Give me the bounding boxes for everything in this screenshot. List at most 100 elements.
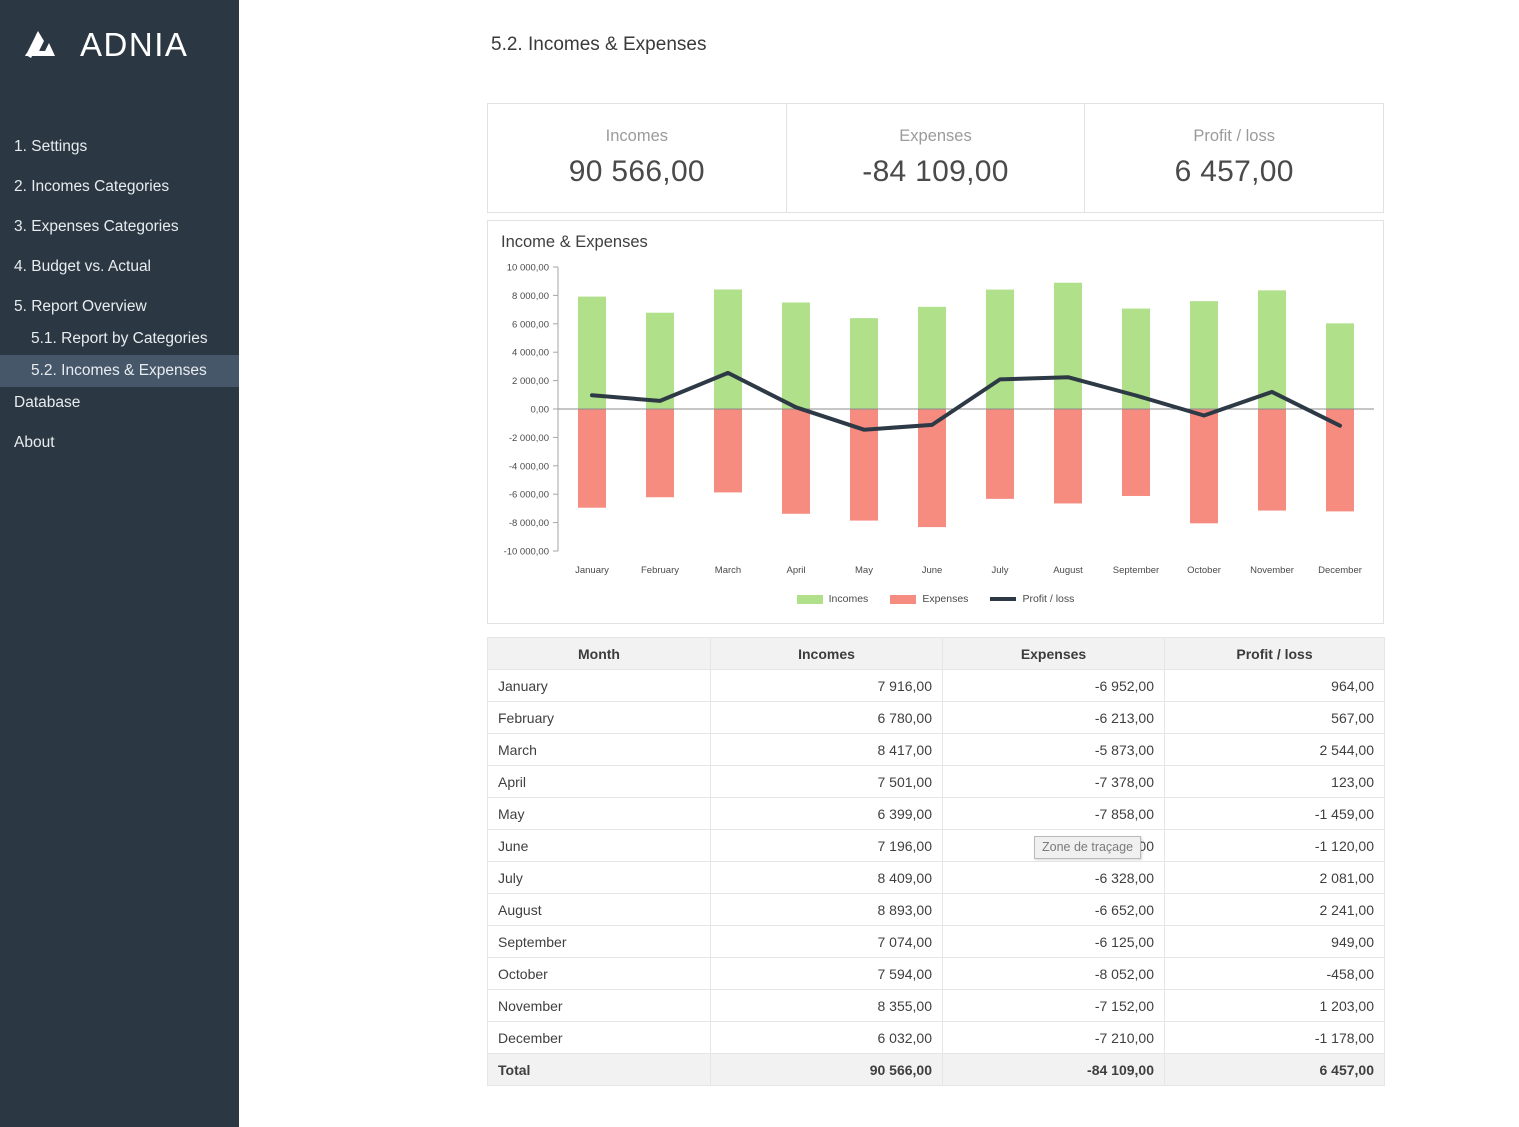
income-expenses-chart[interactable]: 10 000,008 000,006 000,004 000,002 000,0… — [488, 261, 1385, 591]
column-header-expenses[interactable]: Expenses — [943, 638, 1165, 670]
cell-expenses: -7 378,00 — [943, 766, 1165, 798]
column-header-incomes[interactable]: Incomes — [711, 638, 943, 670]
svg-text:0,00: 0,00 — [531, 405, 550, 416]
table-row: February6 780,00-6 213,00567,00 — [488, 702, 1385, 734]
nav-gap — [0, 203, 239, 211]
cell-incomes: 7 501,00 — [711, 766, 943, 798]
sidebar-item-database[interactable]: Database — [0, 387, 239, 419]
table-row: January7 916,00-6 952,00964,00 — [488, 670, 1385, 702]
cell-month: January — [488, 670, 711, 702]
cell-month: February — [488, 702, 711, 734]
sidebar-item-about[interactable]: About — [0, 427, 239, 459]
app-root: ADNIA 1. Settings 2. Incomes Categories … — [0, 0, 1519, 1127]
table-body: January7 916,00-6 952,00964,00February6 … — [488, 670, 1385, 1086]
cell-month: May — [488, 798, 711, 830]
svg-text:June: June — [922, 565, 943, 576]
cell-profit-loss: -1 178,00 — [1165, 1022, 1385, 1054]
svg-text:-10 000,00: -10 000,00 — [504, 547, 549, 558]
sidebar-item-expenses-categories[interactable]: 3. Expenses Categories — [0, 211, 239, 243]
adnia-logo-mark-icon — [22, 27, 66, 63]
svg-text:May: May — [855, 565, 873, 576]
svg-text:July: July — [992, 565, 1009, 576]
cell-profit-loss: 2 544,00 — [1165, 734, 1385, 766]
legend-label-incomes: Incomes — [829, 593, 869, 605]
sidebar-item-incomes-and-expenses[interactable]: 5.2. Incomes & Expenses — [0, 355, 239, 387]
legend-item-expenses[interactable]: Expenses — [890, 593, 968, 605]
cell-expenses: -8 052,00 — [943, 958, 1165, 990]
column-header-profit-loss[interactable]: Profit / loss — [1165, 638, 1385, 670]
table-row: May6 399,00-7 858,00-1 459,00 — [488, 798, 1385, 830]
cell-expenses: -7 858,00 — [943, 798, 1165, 830]
legend-item-incomes[interactable]: Incomes — [797, 593, 869, 605]
cell-incomes: 7 196,00 — [711, 830, 943, 862]
cell-profit-loss: 2 241,00 — [1165, 894, 1385, 926]
nav-gap — [0, 243, 239, 251]
cell-profit-loss: 123,00 — [1165, 766, 1385, 798]
sidebar-nav: 1. Settings 2. Incomes Categories 3. Exp… — [0, 131, 239, 459]
kpi-label-expenses: Expenses — [899, 127, 971, 146]
table-row: September7 074,00-6 125,00949,00 — [488, 926, 1385, 958]
cell-expenses: -5 873,00 — [943, 734, 1165, 766]
brand-name-thin: IA — [154, 26, 188, 63]
cell-expenses: -6 213,00 — [943, 702, 1165, 734]
kpi-card-incomes: Incomes 90 566,00 — [488, 104, 787, 212]
cell-incomes: 6 399,00 — [711, 798, 943, 830]
cell-month: July — [488, 862, 711, 894]
data-table: Month Incomes Expenses Profit / loss Jan… — [487, 637, 1385, 1086]
svg-text:6 000,00: 6 000,00 — [512, 319, 549, 330]
cell-month: June — [488, 830, 711, 862]
svg-text:4 000,00: 4 000,00 — [512, 348, 549, 359]
kpi-label-profit-loss: Profit / loss — [1193, 127, 1275, 146]
svg-text:-8 000,00: -8 000,00 — [509, 518, 549, 529]
svg-text:-6 000,00: -6 000,00 — [509, 490, 549, 501]
table-head: Month Incomes Expenses Profit / loss — [488, 638, 1385, 670]
svg-text:February: February — [641, 565, 679, 576]
svg-text:8 000,00: 8 000,00 — [512, 291, 549, 302]
cell-incomes: 6 032,00 — [711, 1022, 943, 1054]
legend-line-profit-loss-icon — [990, 597, 1016, 601]
legend-swatch-expenses-icon — [890, 595, 916, 604]
svg-text:2 000,00: 2 000,00 — [512, 376, 549, 387]
brand-logo[interactable]: ADNIA — [0, 0, 239, 72]
sidebar-item-report-overview[interactable]: 5. Report Overview — [0, 291, 239, 323]
table-row: July8 409,00-6 328,002 081,00 — [488, 862, 1385, 894]
cell-month: August — [488, 894, 711, 926]
brand-name-bold: ADN — [80, 26, 154, 63]
chart-plot-area-tooltip: Zone de traçage — [1034, 836, 1141, 859]
svg-text:August: August — [1053, 565, 1083, 576]
cell-expenses: -7 152,00 — [943, 990, 1165, 1022]
nav-gap — [0, 419, 239, 427]
cell-incomes: 90 566,00 — [711, 1054, 943, 1086]
cell-incomes: 7 916,00 — [711, 670, 943, 702]
cell-profit-loss: -1 459,00 — [1165, 798, 1385, 830]
svg-text:December: December — [1318, 565, 1362, 576]
svg-text:April: April — [786, 565, 805, 576]
nav-gap — [0, 283, 239, 291]
cell-incomes: 8 893,00 — [711, 894, 943, 926]
svg-text:March: March — [715, 565, 741, 576]
cell-profit-loss: 6 457,00 — [1165, 1054, 1385, 1086]
cell-month: October — [488, 958, 711, 990]
table-row: June7 196,00-8 316,00-1 120,00 — [488, 830, 1385, 862]
sidebar-item-budget-vs-actual[interactable]: 4. Budget vs. Actual — [0, 251, 239, 283]
cell-expenses: -6 125,00 — [943, 926, 1165, 958]
kpi-card-profit-loss: Profit / loss 6 457,00 — [1085, 104, 1383, 212]
svg-text:September: September — [1113, 565, 1159, 576]
monthly-breakdown-table: Month Incomes Expenses Profit / loss Jan… — [487, 637, 1384, 1086]
legend-label-expenses: Expenses — [922, 593, 968, 605]
cell-month: September — [488, 926, 711, 958]
cell-profit-loss: -458,00 — [1165, 958, 1385, 990]
legend-swatch-incomes-icon — [797, 595, 823, 604]
table-row: October7 594,00-8 052,00-458,00 — [488, 958, 1385, 990]
cell-incomes: 7 074,00 — [711, 926, 943, 958]
sidebar-item-incomes-categories[interactable]: 2. Incomes Categories — [0, 171, 239, 203]
sidebar-item-settings[interactable]: 1. Settings — [0, 131, 239, 163]
column-header-month[interactable]: Month — [488, 638, 711, 670]
sidebar: ADNIA 1. Settings 2. Incomes Categories … — [0, 0, 239, 1127]
chart-plot-area[interactable]: 10 000,008 000,006 000,004 000,002 000,0… — [488, 261, 1385, 591]
legend-item-profit-loss[interactable]: Profit / loss — [990, 593, 1074, 605]
svg-text:November: November — [1250, 565, 1294, 576]
cell-profit-loss: 1 203,00 — [1165, 990, 1385, 1022]
svg-text:-2 000,00: -2 000,00 — [509, 433, 549, 444]
sidebar-item-report-by-categories[interactable]: 5.1. Report by Categories — [0, 323, 239, 355]
